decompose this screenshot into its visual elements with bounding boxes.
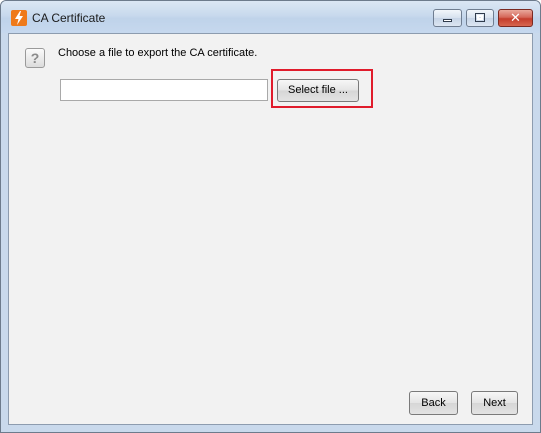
select-file-button[interactable]: Select file ...	[277, 79, 359, 102]
title-bar[interactable]: CA Certificate ✕	[1, 1, 540, 33]
instruction-text: Choose a file to export the CA certifica…	[58, 47, 258, 59]
app-logo-icon	[11, 10, 27, 26]
file-path-input[interactable]	[60, 79, 268, 101]
dialog-window: CA Certificate ✕ ? Choose a file to expo…	[0, 0, 541, 433]
dialog-content: ? Choose a file to export the CA certifi…	[8, 33, 533, 425]
minimize-icon	[443, 19, 452, 22]
minimize-button[interactable]	[433, 9, 462, 27]
window-title: CA Certificate	[32, 11, 106, 25]
back-button[interactable]: Back	[409, 391, 458, 415]
help-icon: ?	[25, 48, 45, 68]
close-button[interactable]: ✕	[498, 9, 533, 27]
next-button[interactable]: Next	[471, 391, 518, 415]
maximize-icon	[475, 13, 485, 22]
close-icon: ✕	[510, 11, 521, 26]
maximize-button[interactable]	[466, 9, 494, 27]
